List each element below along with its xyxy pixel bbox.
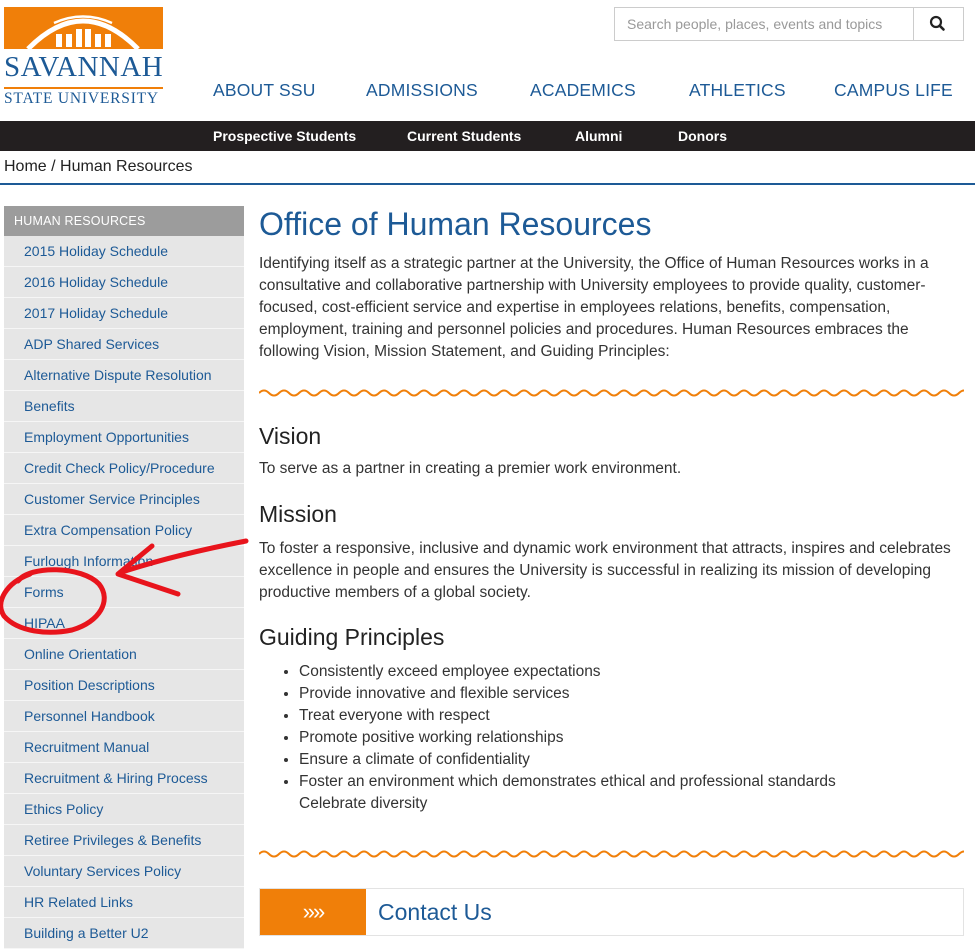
search-icon <box>929 15 945 31</box>
sidebar-item-personnel-handbook: Personnel Handbook <box>4 701 244 732</box>
mission-text: To foster a responsive, inclusive and dy… <box>259 540 951 601</box>
sidebar-item-2016-holiday-schedule: 2016 Holiday Schedule <box>4 267 244 298</box>
sidebar-link[interactable]: HIPAA <box>4 608 244 638</box>
nav-alumni[interactable]: Alumni <box>575 128 622 144</box>
wave-divider <box>259 850 964 858</box>
list-item: Treat everyone with respect <box>299 705 971 727</box>
sidebar-link[interactable]: Benefits <box>4 391 244 421</box>
nav-donors[interactable]: Donors <box>678 128 727 144</box>
sidebar-heading: HUMAN RESOURCES <box>4 206 244 236</box>
mission-heading: Mission <box>259 501 337 527</box>
nav-academics[interactable]: ACADEMICS <box>530 80 636 101</box>
contact-us-label: Contact Us <box>378 899 492 925</box>
sidebar-item-recruitment-hiring-process: Recruitment & Hiring Process <box>4 763 244 794</box>
vision-text: To serve as a partner in creating a prem… <box>259 460 682 477</box>
search-input[interactable] <box>615 8 913 40</box>
list-item: Provide innovative and flexible services <box>299 683 971 705</box>
sidebar-item-2017-holiday-schedule: 2017 Holiday Schedule <box>4 298 244 329</box>
sidebar-link[interactable]: Ethics Policy <box>4 794 244 824</box>
main-nav: ABOUT SSU ADMISSIONS ACADEMICS ATHLETICS… <box>0 80 975 104</box>
sidebar-item-2015-holiday-schedule: 2015 Holiday Schedule <box>4 236 244 267</box>
list-item: Celebrate diversity <box>299 795 428 812</box>
principles-heading: Guiding Principles <box>259 624 445 650</box>
breadcrumb-current: Human Resources <box>60 158 193 175</box>
principles-list: Consistently exceed employee expectation… <box>259 661 971 815</box>
page-title: Office of Human Resources <box>259 206 652 242</box>
sidebar: HUMAN RESOURCES 2015 Holiday Schedule 20… <box>4 206 244 949</box>
sidebar-link[interactable]: Building a Better U2 <box>4 918 244 948</box>
contact-us-button[interactable]: »» Contact Us <box>259 888 964 936</box>
nav-about-ssu[interactable]: ABOUT SSU <box>213 80 316 101</box>
sidebar-item-benefits: Benefits <box>4 391 244 422</box>
list-item: Foster an environment which demonstrates… <box>299 771 971 793</box>
wave-divider <box>259 389 964 397</box>
sidebar-link[interactable]: Voluntary Services Policy <box>4 856 244 886</box>
sidebar-link[interactable]: Retiree Privileges & Benefits <box>4 825 244 855</box>
nav-admissions[interactable]: ADMISSIONS <box>366 80 478 101</box>
sidebar-item-hipaa: HIPAA <box>4 608 244 639</box>
sidebar-link[interactable]: 2015 Holiday Schedule <box>4 236 244 266</box>
list-item: Consistently exceed employee expectation… <box>299 661 971 683</box>
intro-paragraph: Identifying itself as a strategic partne… <box>259 255 929 360</box>
nav-athletics[interactable]: ATHLETICS <box>689 80 786 101</box>
nav-current-students[interactable]: Current Students <box>407 128 521 144</box>
breadcrumb-home[interactable]: Home <box>4 158 47 175</box>
sidebar-item-online-orientation: Online Orientation <box>4 639 244 670</box>
list-item: Ensure a climate of confidentiality <box>299 749 971 771</box>
search-button[interactable] <box>913 8 963 40</box>
sidebar-item-voluntary-services-policy: Voluntary Services Policy <box>4 856 244 887</box>
double-chevron-icon: »» <box>260 889 366 935</box>
sidebar-link[interactable]: 2016 Holiday Schedule <box>4 267 244 297</box>
sidebar-item-retiree-privileges-benefits: Retiree Privileges & Benefits <box>4 825 244 856</box>
sidebar-item-extra-compensation-policy: Extra Compensation Policy <box>4 515 244 546</box>
search-box <box>614 7 964 41</box>
nav-campus-life[interactable]: CAMPUS LIFE <box>834 80 953 101</box>
sidebar-link[interactable]: Forms <box>4 577 244 607</box>
breadcrumb: Home / Human Resources <box>4 158 193 176</box>
sidebar-link[interactable]: Furlough Information <box>4 546 244 576</box>
logo-name: SAVANNAH <box>4 51 164 83</box>
sidebar-link[interactable]: Employment Opportunities <box>4 422 244 452</box>
breadcrumb-separator: / <box>46 158 61 175</box>
sidebar-link[interactable]: Personnel Handbook <box>4 701 244 731</box>
sidebar-link[interactable]: Alternative Dispute Resolution <box>4 360 244 390</box>
sidebar-link[interactable]: 2017 Holiday Schedule <box>4 298 244 328</box>
sidebar-item-forms: Forms <box>4 577 244 608</box>
sidebar-link[interactable]: Online Orientation <box>4 639 244 669</box>
header-rule <box>0 183 975 185</box>
sidebar-link[interactable]: Recruitment & Hiring Process <box>4 763 244 793</box>
sidebar-item-alternative-dispute-resolution: Alternative Dispute Resolution <box>4 360 244 391</box>
sidebar-item-hr-related-links: HR Related Links <box>4 887 244 918</box>
list-item: Promote positive working relationships <box>299 727 971 749</box>
sidebar-item-furlough-information: Furlough Information <box>4 546 244 577</box>
sidebar-item-ethics-policy: Ethics Policy <box>4 794 244 825</box>
sidebar-link[interactable]: Customer Service Principles <box>4 484 244 514</box>
sidebar-link[interactable]: Recruitment Manual <box>4 732 244 762</box>
sidebar-link[interactable]: Credit Check Policy/Procedure <box>4 453 244 483</box>
sidebar-item-employment-opportunities: Employment Opportunities <box>4 422 244 453</box>
logo-emblem <box>4 7 163 51</box>
sidebar-item-building-a-better-u2: Building a Better U2 <box>4 918 244 949</box>
sidebar-item-recruitment-manual: Recruitment Manual <box>4 732 244 763</box>
sidebar-item-customer-service-principles: Customer Service Principles <box>4 484 244 515</box>
sidebar-link[interactable]: ADP Shared Services <box>4 329 244 359</box>
building-icon <box>26 15 140 51</box>
audience-nav: Prospective Students Current Students Al… <box>0 121 975 151</box>
sidebar-item-position-descriptions: Position Descriptions <box>4 670 244 701</box>
sidebar-link[interactable]: Position Descriptions <box>4 670 244 700</box>
sidebar-link[interactable]: HR Related Links <box>4 887 244 917</box>
sidebar-item-credit-check-policy: Credit Check Policy/Procedure <box>4 453 244 484</box>
sidebar-link[interactable]: Extra Compensation Policy <box>4 515 244 545</box>
vision-heading: Vision <box>259 423 322 449</box>
nav-prospective-students[interactable]: Prospective Students <box>213 128 356 144</box>
main-content: Office of Human Resources Identifying it… <box>259 203 971 815</box>
sidebar-list: 2015 Holiday Schedule 2016 Holiday Sched… <box>4 236 244 949</box>
sidebar-item-adp-shared-services: ADP Shared Services <box>4 329 244 360</box>
